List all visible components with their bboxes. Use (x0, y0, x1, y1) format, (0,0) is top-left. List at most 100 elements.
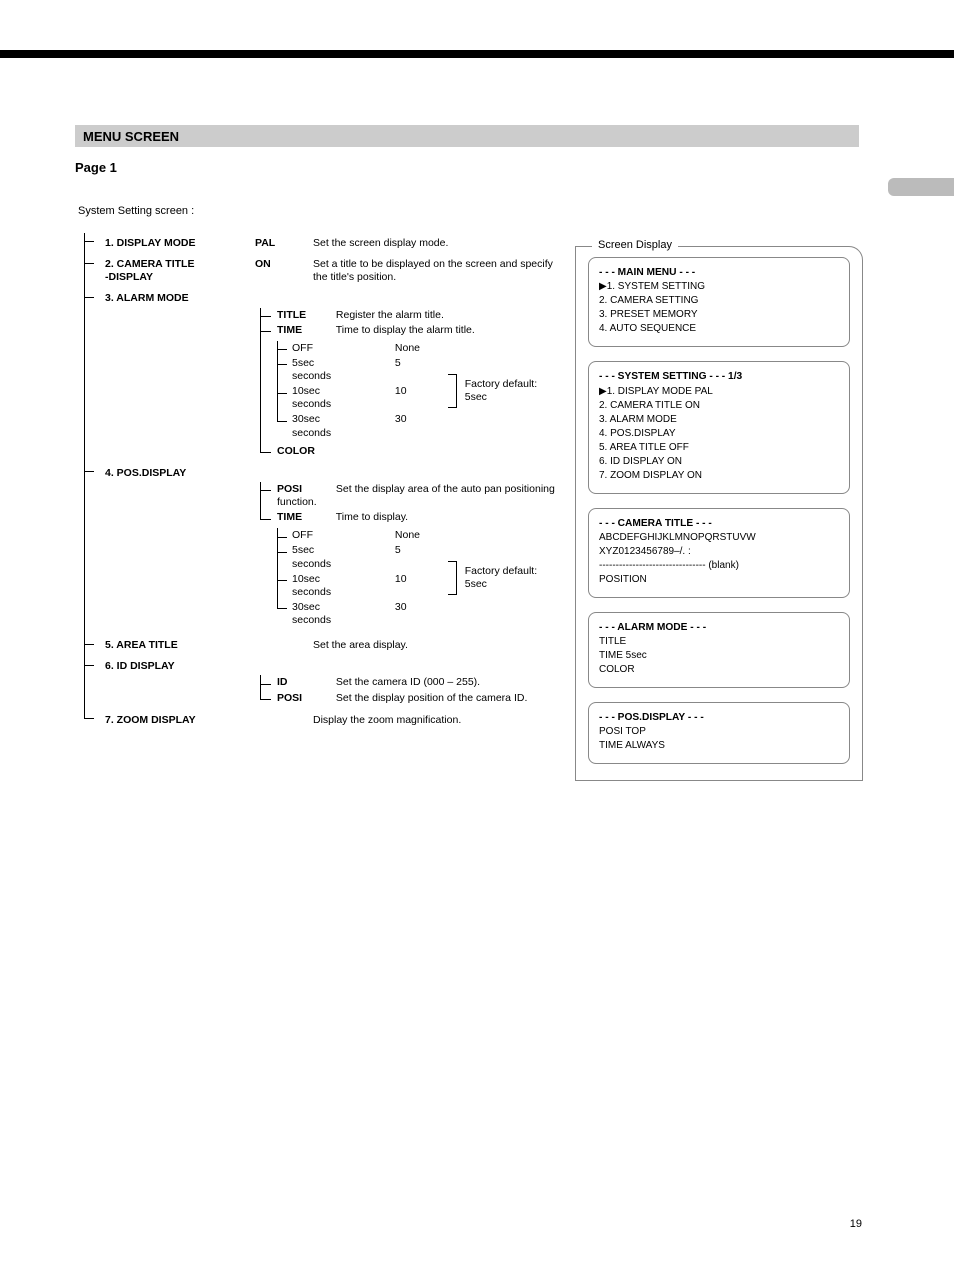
sub-desc: Time to display the alarm title. (336, 324, 475, 336)
bracket-note: Factory default: 5sec (457, 565, 558, 591)
opt-desc: None (395, 342, 420, 354)
item-desc: Set a title to be displayed on the scree… (309, 258, 558, 284)
sub-row: TITLE Register the alarm title. (261, 308, 558, 323)
opt-val: 5sec (292, 357, 392, 370)
page-number: 19 (850, 1218, 862, 1230)
option-row: 10sec 10 seconds (278, 384, 441, 412)
section-bar-label: MENU SCREEN (83, 129, 179, 144)
sub-label: POSI (277, 692, 333, 705)
item-desc: Set the area display. (309, 639, 558, 652)
shot-line: 2. CAMERA TITLE ON (599, 399, 839, 413)
sub-row: POSI Set the display position of the cam… (261, 691, 558, 706)
screens-title: Screen Display (592, 239, 678, 251)
shot-line: POSI TOP (599, 725, 839, 739)
shot-line: TITLE (599, 635, 839, 649)
tree-row: 4. POS.DISPLAY POSI Set the display area… (95, 463, 558, 635)
osd-screenshot: - - - SYSTEM SETTING - - - 1/3 ▶1. DISPL… (588, 361, 850, 493)
sub-row: TIME Time to display the alarm title. OF… (261, 323, 558, 444)
shot-line: 3. PRESET MEMORY (599, 308, 839, 322)
option-row: 10sec 10 seconds (278, 572, 441, 600)
item-name: 1. DISPLAY MODE (105, 237, 255, 250)
shot-line: ▶1. DISPLAY MODE PAL (599, 385, 839, 399)
bracket-icon (445, 374, 457, 408)
shot-title: - - - ALARM MODE - - - (599, 621, 839, 635)
tree-row: 5. AREA TITLE Set the area display. (95, 635, 558, 656)
item-name: 3. ALARM MODE (105, 292, 255, 305)
shot-title: - - - MAIN MENU - - - (599, 266, 839, 280)
shot-line: 4. POS.DISPLAY (599, 427, 839, 441)
shot-line: TIME 5sec (599, 649, 839, 663)
sub-label: ID (277, 676, 333, 689)
shot-line: 6. ID DISPLAY ON (599, 455, 839, 469)
item-name: 6. ID DISPLAY (105, 660, 255, 673)
shot-line: ▶1. SYSTEM SETTING (599, 280, 839, 294)
shot-line: 5. AREA TITLE OFF (599, 441, 839, 455)
shot-line: -------------------------------- (blank) (599, 559, 839, 573)
osd-screenshot: - - - CAMERA TITLE - - - ABCDEFGHIJKLMNO… (588, 508, 850, 598)
option-row: 5sec 5 seconds (278, 356, 441, 384)
opt-val: OFF (292, 529, 392, 542)
item-status: PAL (255, 237, 309, 250)
shot-line: ABCDEFGHIJKLMNOPQRSTUVW (599, 531, 839, 545)
sub-row: POSI Set the display area of the auto pa… (261, 482, 558, 510)
shot-title: - - - CAMERA TITLE - - - (599, 517, 839, 531)
shot-line: TIME ALWAYS (599, 739, 839, 753)
opt-desc: None (395, 529, 420, 541)
item-name: 7. ZOOM DISPLAY (105, 714, 255, 727)
intro-label: System Setting screen : (78, 205, 194, 217)
page-subtitle: Page 1 (75, 160, 117, 175)
item-status: ON (255, 258, 309, 271)
shot-line: 7. ZOOM DISPLAY ON (599, 469, 839, 483)
sub-desc: Time to display. (336, 511, 408, 523)
shot-title: - - - POS.DISPLAY - - - (599, 711, 839, 725)
sub-label: TIME (277, 511, 333, 524)
osd-screenshot: - - - ALARM MODE - - - TITLE TIME 5sec C… (588, 612, 850, 688)
sub-row: TIME Time to display. OFF None 5sec 5 (261, 510, 558, 631)
shot-line: 3. ALARM MODE (599, 413, 839, 427)
top-rule (0, 50, 954, 58)
sub-row: ID Set the camera ID (000 – 255). (261, 675, 558, 690)
option-row: 30sec 30 seconds (278, 600, 441, 628)
bracket-icon (445, 561, 457, 595)
osd-screenshot: - - - MAIN MENU - - - ▶1. SYSTEM SETTING… (588, 257, 850, 347)
option-row: 30sec 30 seconds (278, 412, 441, 440)
section-bar: MENU SCREEN (75, 125, 859, 147)
opt-val: 5sec (292, 544, 392, 557)
item-name: 2. CAMERA TITLE -DISPLAY (105, 258, 255, 284)
option-row: 5sec 5 seconds (278, 543, 441, 571)
item-name: 4. POS.DISPLAY (105, 467, 255, 480)
sub-desc: Register the alarm title. (336, 309, 444, 321)
sub-label: POSI (277, 483, 333, 496)
tree-row: 2. CAMERA TITLE -DISPLAY ON Set a title … (95, 254, 558, 288)
shot-line: POSITION (599, 573, 839, 587)
shot-line: 2. CAMERA SETTING (599, 294, 839, 308)
item-desc: Display the zoom magnification. (309, 714, 558, 727)
sub-desc: Set the display position of the camera I… (336, 692, 527, 704)
manual-page: MENU SCREEN Page 1 System Setting screen… (0, 0, 954, 1274)
screenshots-panel: Screen Display - - - MAIN MENU - - - ▶1.… (575, 246, 863, 781)
shot-title: - - - SYSTEM SETTING - - - 1/3 (599, 370, 839, 384)
osd-screenshot: - - - POS.DISPLAY - - - POSI TOP TIME AL… (588, 702, 850, 764)
shot-line: 4. AUTO SEQUENCE (599, 322, 839, 336)
shot-line: XYZ0123456789–/. : (599, 545, 839, 559)
tree-row: 7. ZOOM DISPLAY Display the zoom magnifi… (95, 710, 558, 731)
bracket-note: Factory default: 5sec (457, 378, 558, 404)
opt-val: 30sec (292, 413, 392, 426)
option-row: OFF None (278, 528, 441, 543)
shot-line: COLOR (599, 663, 839, 677)
sub-label: COLOR (277, 445, 333, 458)
sub-label: TITLE (277, 309, 333, 322)
opt-val: 30sec (292, 601, 392, 614)
sub-desc: Set the camera ID (000 – 255). (336, 676, 480, 688)
sub-row: COLOR (261, 444, 558, 459)
tree-row: 6. ID DISPLAY ID Set the camera ID (000 … (95, 656, 558, 709)
opt-val: OFF (292, 342, 392, 355)
opt-val: 10sec (292, 385, 392, 398)
tree-row: 3. ALARM MODE TITLE Register the alarm t… (95, 288, 558, 462)
option-row: OFF None (278, 341, 441, 356)
settings-tree: 1. DISPLAY MODE PAL Set the screen displ… (78, 233, 558, 731)
item-desc: Set the screen display mode. (309, 237, 558, 250)
tree-row: 1. DISPLAY MODE PAL Set the screen displ… (95, 233, 558, 254)
side-tab (888, 178, 954, 196)
item-name: 5. AREA TITLE (105, 639, 255, 652)
